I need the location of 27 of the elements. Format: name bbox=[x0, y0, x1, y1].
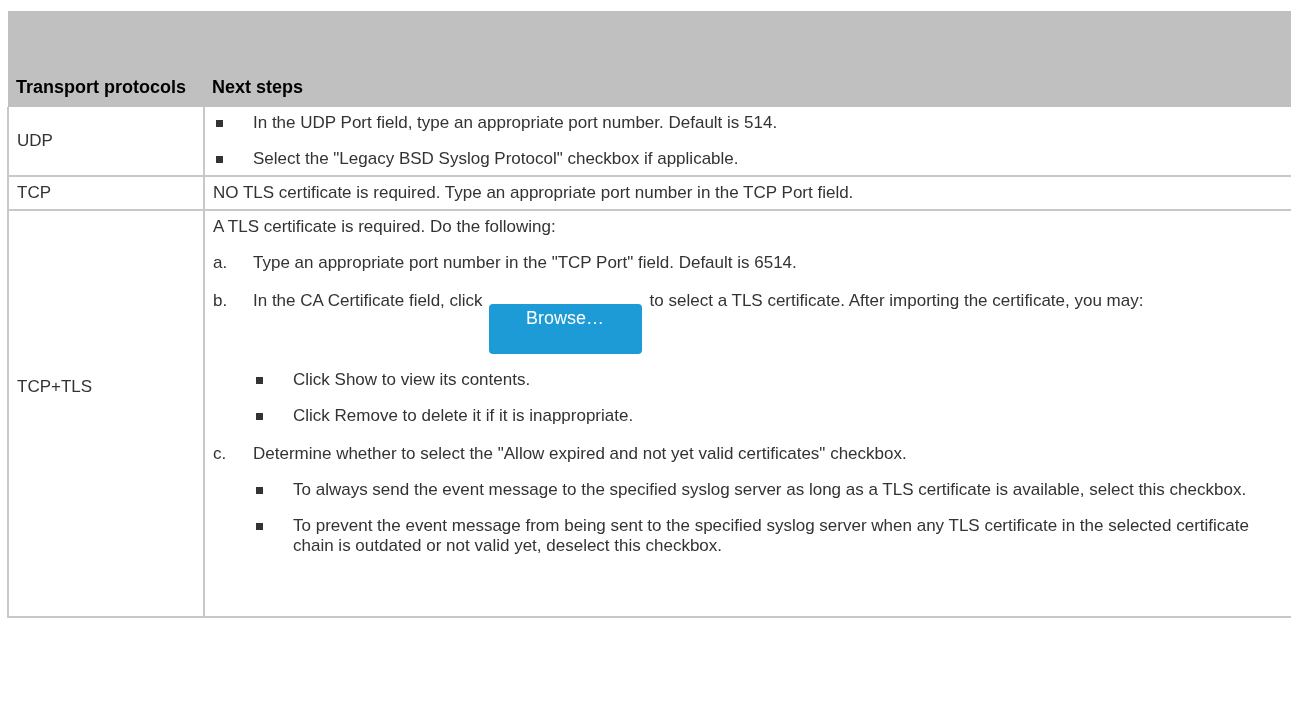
step-text: to select a TLS certificate. After importing the certificate, you may: bbox=[649, 291, 1144, 310]
bullet-text: In the UDP Port field, type an appropriate port number. Default is 514. bbox=[253, 113, 778, 133]
bullet-icon bbox=[216, 120, 223, 127]
protocol-cell: UDP bbox=[8, 107, 204, 176]
bullet-icon bbox=[256, 523, 263, 530]
step-text: Determine whether to select the "Allow expired and not yet valid certificates" checkbox. bbox=[253, 444, 907, 463]
browse-button[interactable]: Browse… bbox=[488, 304, 642, 354]
step-letter: a. bbox=[213, 253, 229, 273]
bullet-icon bbox=[256, 377, 263, 384]
bullet-text: To always send the event message to the specified syslog server as long as a TLS certificate is available, select this checkbox. bbox=[293, 480, 1247, 500]
bullet-icon bbox=[216, 156, 223, 163]
bullet-text: To prevent the event message from being sent to the specified syslog server when any TLS certificate in the selected certificate chain is outdated or not valid yet, deselect this checkbox. bbox=[293, 516, 1250, 556]
step-letter: b. bbox=[213, 291, 229, 311]
protocol-cell: TCP+TLS bbox=[8, 210, 204, 617]
bullet-icon bbox=[256, 413, 263, 420]
bullet-text: Click Show to view its contents. bbox=[293, 370, 531, 390]
protocol-cell: TCP bbox=[8, 176, 204, 210]
bullet-text: Select the "Legacy BSD Syslog Protocol" checkbox if applicable. bbox=[253, 149, 739, 169]
step-text: In the CA Certificate field, click bbox=[253, 291, 483, 310]
step-text: A TLS certificate is required. Do the following: bbox=[213, 217, 557, 237]
column-header: Transport protocols bbox=[8, 11, 204, 107]
bullet-text: Click Remove to delete it if it is inappropriate. bbox=[293, 406, 634, 426]
column-header: Next steps bbox=[204, 11, 1291, 107]
step-text: Type an appropriate port number in the "TCP Port" field. Default is 6514. bbox=[253, 253, 797, 272]
bullet-icon bbox=[256, 487, 263, 494]
step-text: NO TLS certificate is required. Type an appropriate port number in the TCP Port field. bbox=[213, 183, 855, 203]
step-letter: c. bbox=[213, 444, 228, 464]
